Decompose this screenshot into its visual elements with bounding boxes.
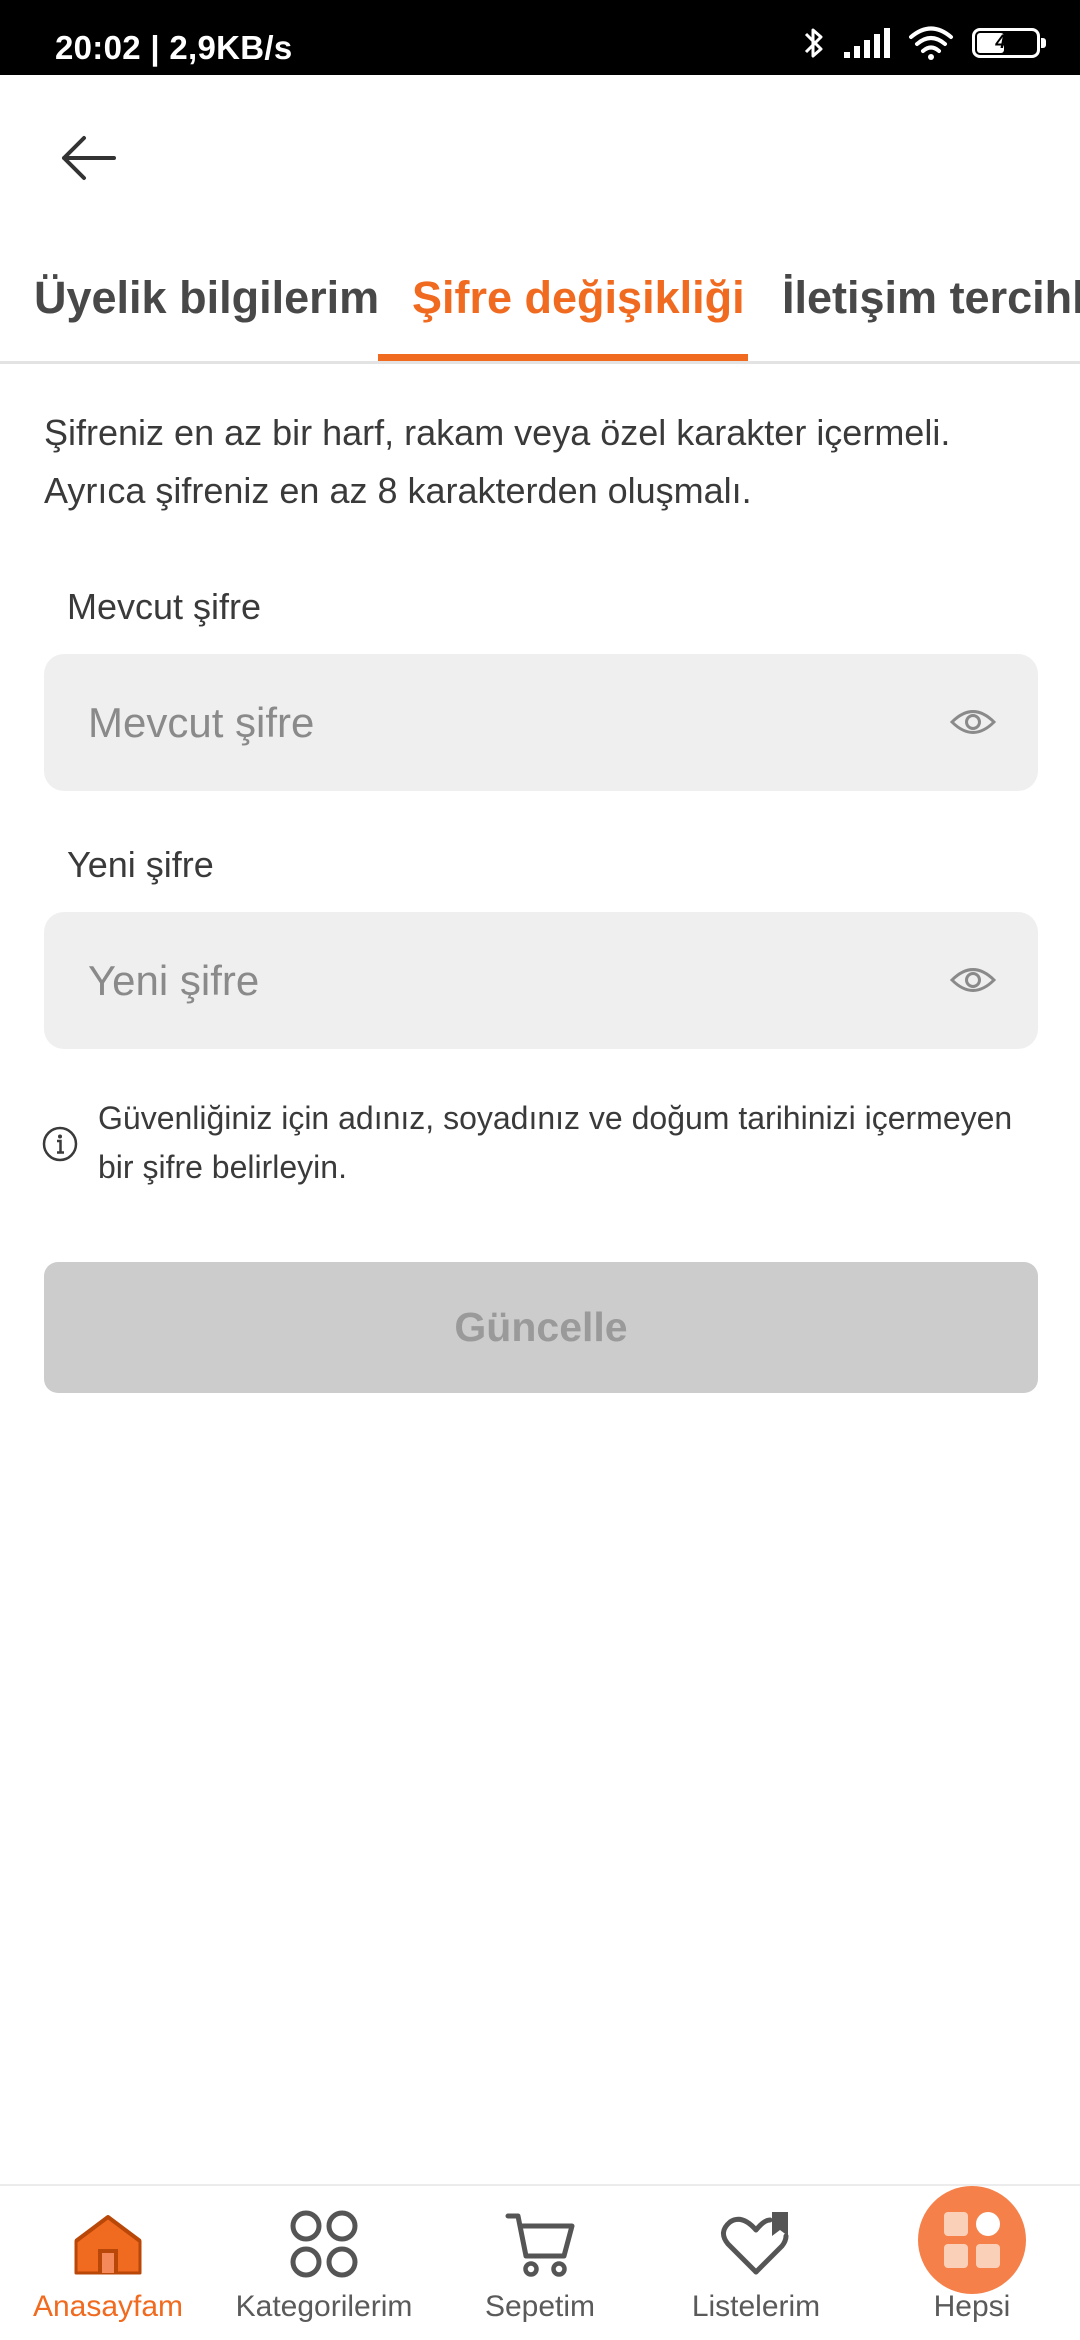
nav-label-listelerim: Listelerim <box>691 2290 821 2323</box>
info-icon <box>42 1126 78 1162</box>
nav-label-anasayfam: Anasayfam <box>32 2290 184 2323</box>
current-password-input[interactable] <box>88 654 928 791</box>
nav-label-hepsi: Hepsi <box>933 2290 1011 2323</box>
eye-icon <box>950 968 996 992</box>
security-hint-line-2: bir şifre belirleyin. <box>98 1149 347 1185</box>
categories-icon <box>288 2208 360 2280</box>
wifi-icon <box>908 26 954 60</box>
nav-item-hepsi[interactable]: Hepsi <box>864 2186 1080 2340</box>
password-rules-line-2: Ayrıca şifreniz en az 8 karakterden oluş… <box>44 470 752 511</box>
new-password-field <box>44 912 1038 1049</box>
nav-item-sepetim[interactable]: Sepetim <box>432 2186 648 2340</box>
security-hint-line-1: Güvenliğiniz için adınız, soyadınız ve d… <box>98 1100 1013 1136</box>
show-new-password-button[interactable] <box>948 955 998 1005</box>
current-password-field <box>44 654 1038 791</box>
bottom-navigation: Anasayfam Kategorilerim Sepetim Listeler… <box>0 2184 1080 2340</box>
status-icons: 46 <box>802 25 1046 61</box>
bluetooth-icon <box>802 25 826 61</box>
nav-label-kategorilerim: Kategorilerim <box>235 2290 413 2323</box>
apps-grid-icon <box>918 2186 1026 2294</box>
tab-bar: Üyelik bilgilerim Şifre değişikliği İlet… <box>0 252 1080 364</box>
tab-sifre-degisikligi[interactable]: Şifre değişikliği <box>412 252 745 361</box>
active-tab-indicator <box>378 354 748 361</box>
security-hint-text: Güvenliğiniz için adınız, soyadınız ve d… <box>98 1094 1080 1192</box>
signal-icon <box>844 28 890 58</box>
status-bar: 20:02 | 2,9KB/s 46 <box>0 0 1080 75</box>
nav-item-listelerim[interactable]: Listelerim <box>648 2186 864 2340</box>
nav-label-sepetim: Sepetim <box>484 2290 596 2323</box>
new-password-label: Yeni şifre <box>67 844 214 885</box>
show-current-password-button[interactable] <box>948 697 998 747</box>
eye-icon <box>950 710 996 734</box>
arrow-left-icon <box>62 136 116 180</box>
battery-level: 46 <box>995 32 1017 53</box>
tab-iletisim-tercihleri[interactable]: İletişim tercihle <box>782 252 1080 361</box>
nav-item-anasayfam[interactable]: Anasayfam <box>0 2186 216 2340</box>
back-button[interactable] <box>45 115 131 201</box>
password-rules-line-1: Şifreniz en az bir harf, rakam veya özel… <box>44 412 951 453</box>
home-icon <box>72 2208 144 2280</box>
battery-icon: 46 <box>972 28 1046 58</box>
tab-uyelik-bilgilerim[interactable]: Üyelik bilgilerim <box>34 252 379 361</box>
nav-item-kategorilerim[interactable]: Kategorilerim <box>216 2186 432 2340</box>
cart-icon <box>504 2208 576 2280</box>
heart-list-icon <box>720 2208 792 2280</box>
status-time: 20:02 | 2,9KB/s <box>55 29 293 66</box>
new-password-input[interactable] <box>88 912 928 1049</box>
password-rules-text: Şifreniz en az bir harf, rakam veya özel… <box>44 404 1044 520</box>
update-button[interactable]: Güncelle <box>44 1262 1038 1393</box>
current-password-label: Mevcut şifre <box>67 586 262 627</box>
